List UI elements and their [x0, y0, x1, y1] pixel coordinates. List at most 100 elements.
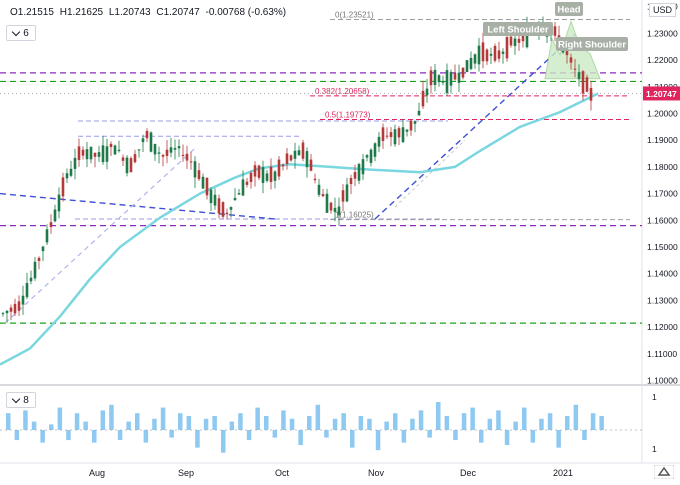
- volume-bar: [487, 418, 493, 430]
- volume-bar: [530, 430, 536, 443]
- price-chart[interactable]: 1.240001.230001.220001.210001.200001.190…: [0, 0, 680, 485]
- volume-bar: [31, 421, 37, 430]
- main-indicators-toggle[interactable]: 6: [6, 25, 36, 41]
- volume-bar: [92, 430, 97, 443]
- volume-bar: [298, 430, 303, 446]
- candle-body: [121, 157, 125, 161]
- candle-body: [197, 170, 201, 180]
- candle-body: [401, 127, 405, 143]
- candle-body: [365, 155, 369, 158]
- candle-body: [457, 72, 461, 83]
- volume-bar: [14, 430, 20, 441]
- volume-bar: [556, 430, 561, 448]
- candle-body: [289, 155, 293, 161]
- y-tick-label: 1.12000: [647, 322, 678, 332]
- y-tick-label: 1.11000: [647, 349, 677, 359]
- candle-body: [321, 194, 325, 197]
- volume-bar: [393, 413, 398, 430]
- volume-bar: [74, 413, 80, 430]
- candle-body: [273, 171, 277, 181]
- candle-body: [325, 193, 329, 213]
- volume-bar: [350, 430, 355, 448]
- candle-body: [45, 229, 49, 243]
- volume-bar: [418, 410, 424, 430]
- y-tick-label: 1.19000: [647, 135, 678, 145]
- candle-body: [501, 51, 505, 54]
- candle-body: [413, 121, 417, 124]
- volume-bar: [178, 413, 183, 430]
- volume-bar: [470, 407, 475, 430]
- candle-body: [13, 303, 17, 314]
- volume-bar: [496, 410, 501, 430]
- volume-bar: [186, 416, 192, 430]
- candle-body: [37, 257, 41, 262]
- candle-body: [333, 207, 337, 212]
- current-price-label: 1.20747: [646, 89, 677, 99]
- volume-bar: [49, 424, 54, 430]
- candle-body: [77, 146, 81, 160]
- volume-bar: [169, 430, 174, 438]
- volume-bar: [375, 430, 381, 451]
- close-value: C1.20747: [156, 7, 200, 18]
- candle-body: [241, 179, 245, 196]
- tradingview-logo-icon: [654, 465, 674, 479]
- fib-level-label: 0.382(1.20658): [315, 87, 370, 96]
- candle-body: [569, 57, 573, 63]
- y-tick-label: 1.14000: [647, 269, 678, 279]
- candle-body: [129, 158, 133, 173]
- chevron-down-icon: [11, 27, 21, 36]
- sub-indicators-toggle[interactable]: 8: [6, 392, 36, 408]
- candle-body: [337, 206, 341, 216]
- volume-bar: [436, 402, 441, 430]
- candle-body: [341, 190, 345, 202]
- volume-bar: [384, 421, 389, 430]
- candle-body: [393, 129, 397, 145]
- candle-body: [149, 132, 153, 152]
- y-tick-label: 1.18000: [647, 162, 678, 172]
- candle-body: [49, 222, 53, 227]
- candle-body: [445, 70, 449, 94]
- candle-body: [165, 149, 169, 157]
- candle-body: [369, 149, 373, 163]
- volume-bar: [100, 410, 106, 430]
- volume-bar: [410, 418, 415, 430]
- candle-body: [85, 149, 89, 160]
- volume-bar: [152, 418, 157, 430]
- volume-bar: [221, 430, 226, 453]
- candle-body: [389, 132, 393, 138]
- x-tick-label: Aug: [89, 468, 105, 478]
- candle-body: [465, 60, 469, 73]
- candle-body: [169, 147, 173, 153]
- candle-body: [185, 153, 189, 161]
- candle-body: [65, 173, 69, 179]
- candle-body: [305, 151, 309, 168]
- candle-body: [97, 152, 101, 157]
- candle-body: [221, 202, 225, 217]
- volume-bar: [281, 410, 286, 430]
- volume-bar: [427, 430, 432, 438]
- candle-body: [589, 87, 593, 101]
- candle-body: [81, 149, 85, 156]
- y-tick-label: 1.22000: [647, 55, 678, 65]
- volume-bar: [272, 430, 278, 438]
- candle-body: [117, 149, 121, 152]
- candle-body: [57, 194, 61, 212]
- volume-bar: [599, 416, 604, 430]
- volume-bar: [307, 416, 312, 430]
- currency-label[interactable]: USD: [648, 3, 676, 17]
- candle-body: [329, 202, 333, 211]
- candle-body: [217, 198, 221, 214]
- candle-body: [353, 172, 357, 179]
- y-tick-label: 1.13000: [647, 295, 678, 305]
- candle-body: [189, 161, 193, 163]
- candle-body: [93, 153, 97, 157]
- volume-bar: [40, 430, 45, 443]
- volume-bar: [341, 413, 346, 430]
- candle-body: [373, 143, 377, 157]
- candle-body: [193, 161, 197, 178]
- volume-bar: [565, 416, 570, 430]
- candle-body: [105, 146, 109, 162]
- pattern-annotation: Left Shoulder: [487, 25, 549, 36]
- candle-body: [473, 54, 477, 64]
- volume-bar: [229, 421, 235, 430]
